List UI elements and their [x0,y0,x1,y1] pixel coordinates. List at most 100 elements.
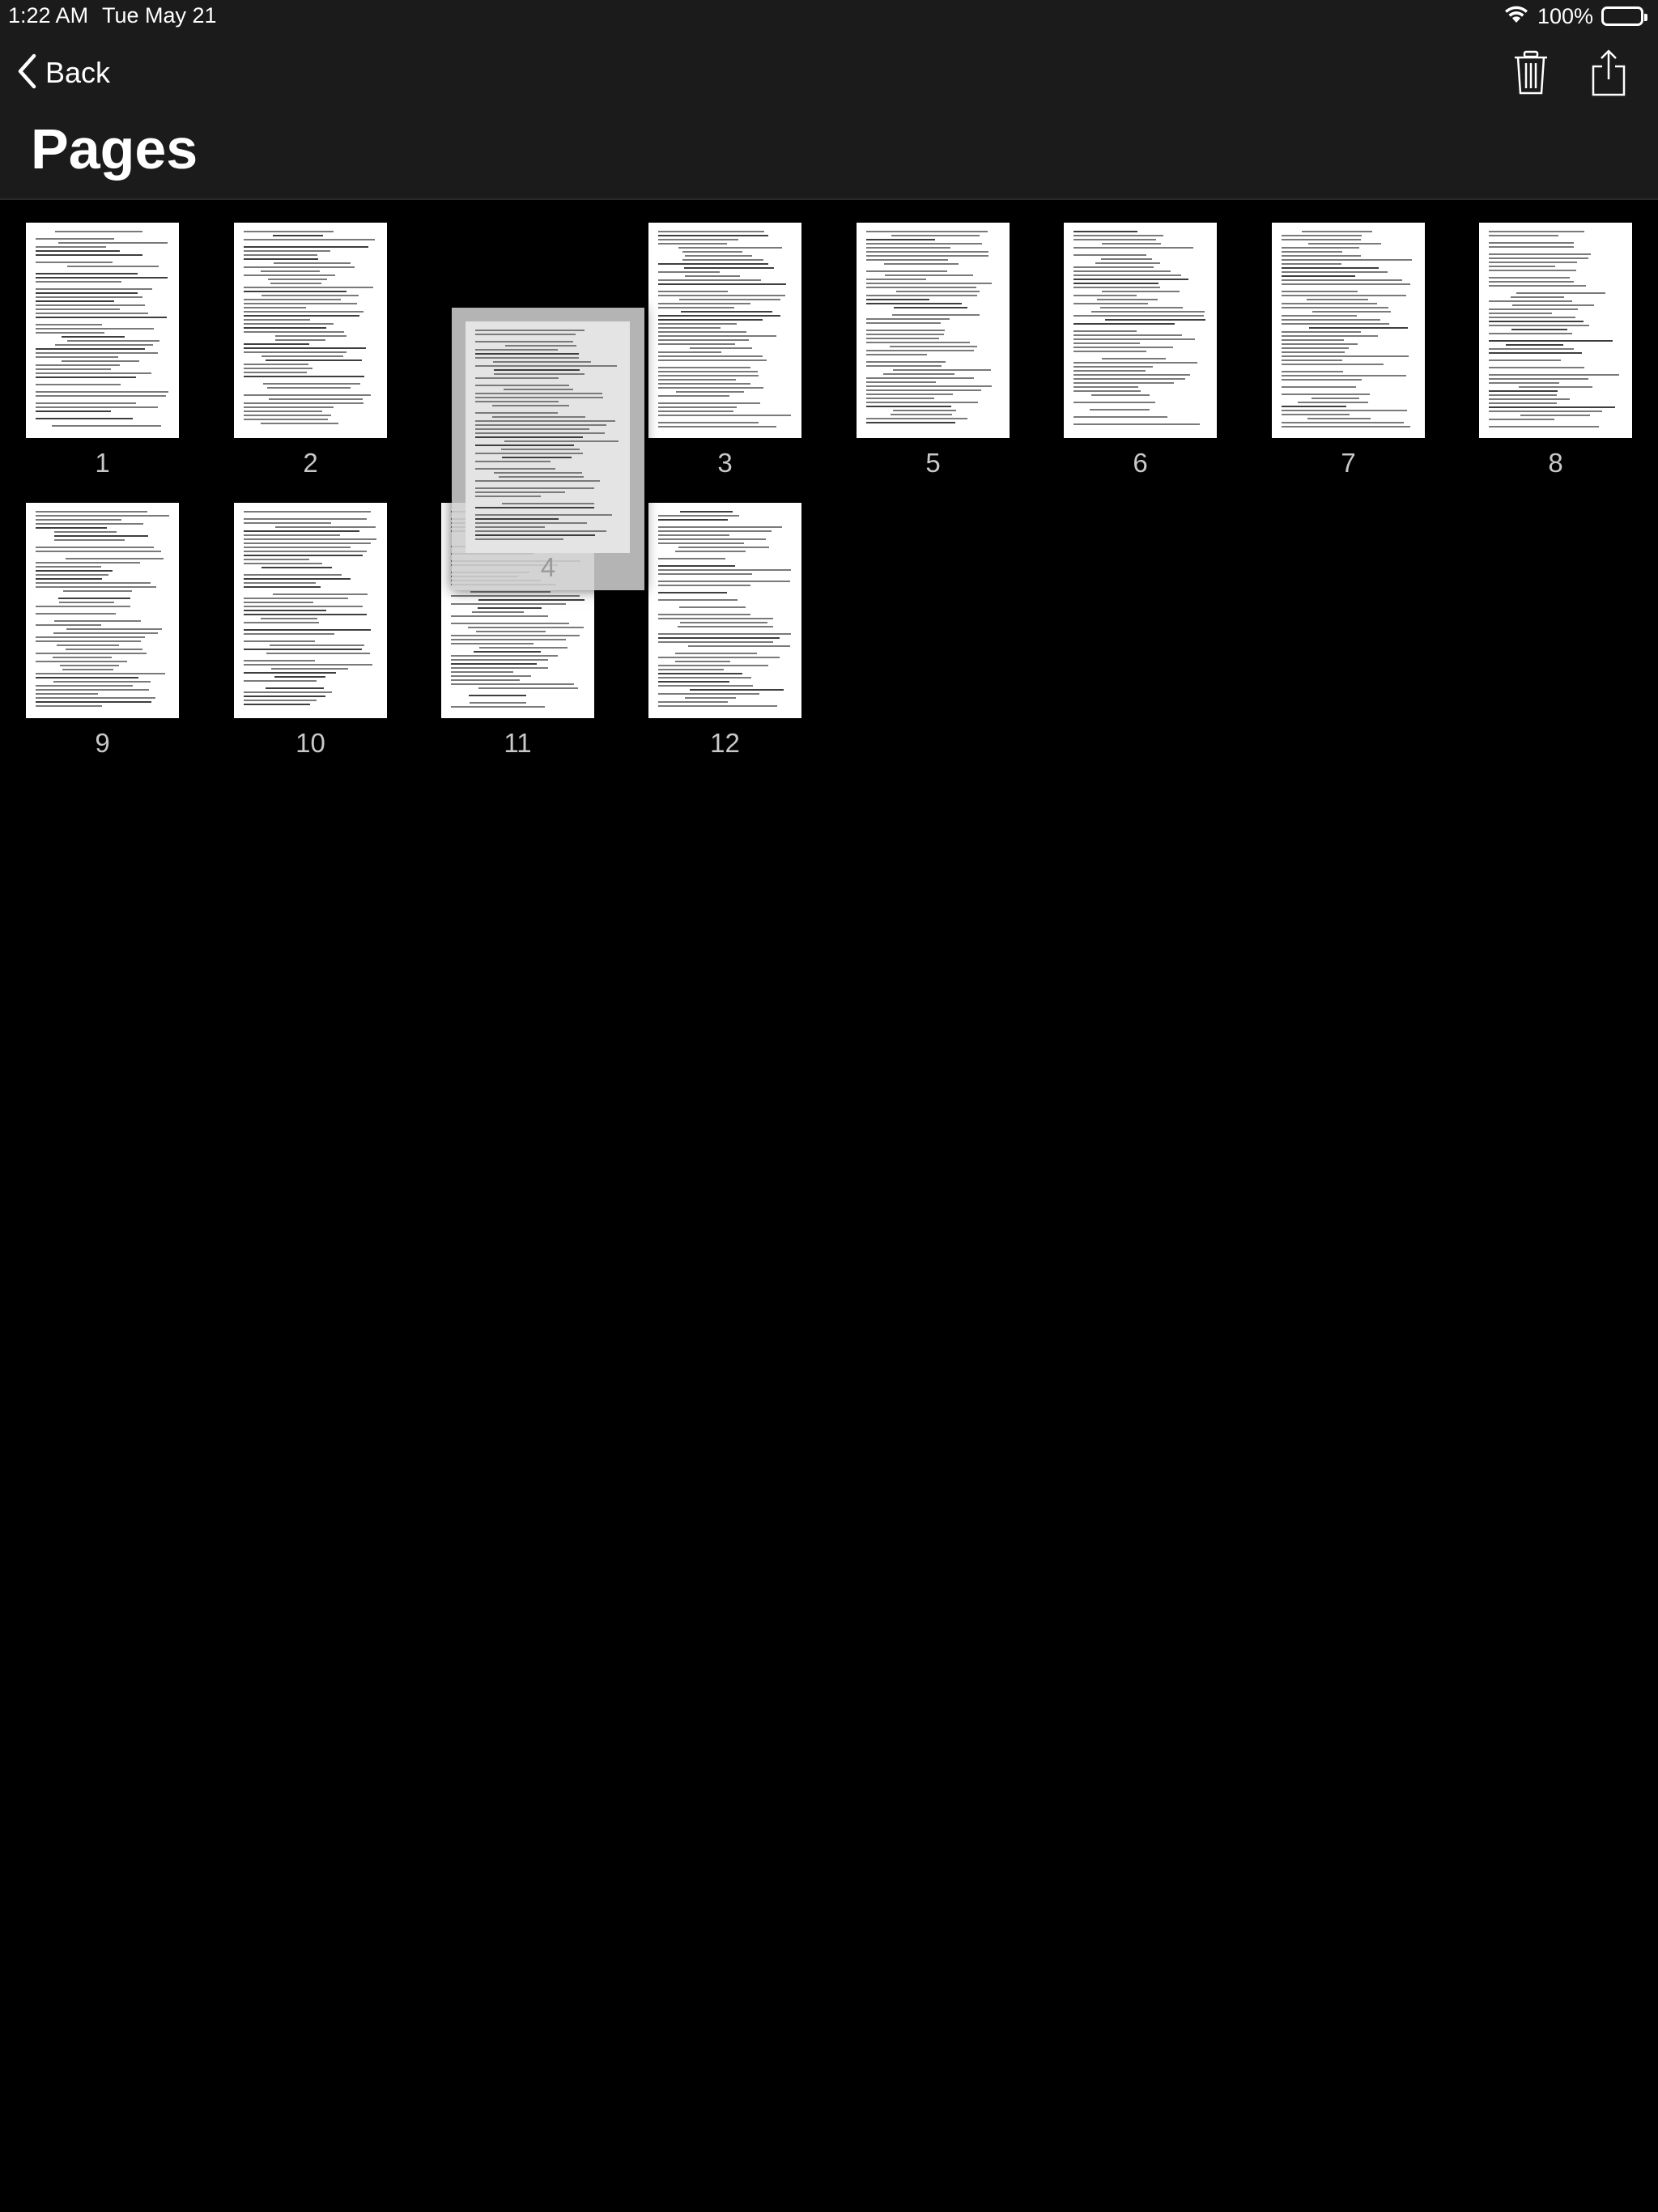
text-line [244,368,312,369]
text-line [1073,295,1137,296]
text-line [658,339,749,341]
text-line [658,279,762,281]
text-line [658,323,738,325]
text-line [1282,410,1408,411]
page-thumbnail[interactable]: 2 [234,223,387,478]
text-line [469,702,527,704]
text-line [475,522,588,524]
text-line [54,539,125,541]
text-line [478,599,585,601]
text-line [866,251,988,253]
text-line [1282,347,1350,349]
text-line [36,705,102,707]
text-line [658,327,721,329]
text-line [1511,296,1565,298]
page-thumbnail[interactable]: 1 [26,223,179,478]
text-line [1282,319,1381,321]
page-thumbnail[interactable]: 9 [26,503,179,758]
text-line [1489,352,1583,354]
text-line [1101,291,1180,292]
text-line [36,515,169,517]
text-line [36,613,116,615]
text-line [66,558,164,559]
text-line [475,461,551,462]
text-line [1073,254,1147,256]
page-thumbnail[interactable]: 8 [1479,223,1632,478]
text-line [63,590,133,592]
text-line [273,235,324,236]
text-line [658,343,735,345]
text-line [66,628,162,630]
text-line [866,354,927,355]
page-thumbnail[interactable]: 5 [857,223,1010,478]
text-line [451,639,567,640]
text-line [1282,364,1384,365]
text-line [658,351,722,353]
text-line [1073,416,1168,418]
text-line [866,247,951,249]
text-line [1282,283,1411,285]
text-line [658,239,739,240]
text-line [1511,329,1567,330]
text-line [451,667,549,669]
text-line [658,295,786,296]
text-line [682,251,743,253]
text-line [658,331,746,333]
text-line [451,615,549,617]
text-line [1073,239,1157,240]
text-line [658,665,769,666]
page-number: 5 [925,448,941,478]
text-line [36,586,157,588]
text-line [36,511,147,513]
text-line [1073,283,1158,284]
text-line [890,346,978,347]
dragging-page-thumbnail[interactable]: 4 [452,308,644,590]
text-line [57,644,120,646]
text-line [451,635,580,636]
text-line [475,487,595,489]
text-line [1073,366,1154,368]
text-line [244,610,327,611]
text-line [273,593,368,595]
text-line [658,705,778,707]
text-line [244,614,368,615]
text-line [57,598,130,599]
page-number: 11 [504,728,532,758]
page-thumbnail[interactable]: 10 [234,503,387,758]
page-thumbnail[interactable]: 7 [1272,223,1425,478]
text-line [1489,394,1558,396]
text-line [679,511,733,513]
text-line [1101,358,1167,359]
text-line [866,283,993,284]
text-line [478,647,568,649]
text-line [1512,304,1595,306]
text-line [244,307,306,308]
text-line [36,697,155,699]
text-line [505,345,576,347]
text-line [244,315,359,317]
text-line [36,372,151,374]
page-preview [648,223,801,438]
text-line [891,235,980,236]
text-line [475,445,574,446]
text-line [1489,367,1584,368]
text-line [36,364,120,366]
text-line [658,573,752,575]
text-line [475,365,618,367]
text-line [451,671,513,673]
text-line [244,691,333,693]
text-line [866,361,946,363]
page-number: 7 [1341,448,1356,478]
page-thumbnail[interactable]: 6 [1064,223,1217,478]
text-line [1489,325,1589,326]
page-thumbnail[interactable]: 12 [648,503,801,758]
text-line [679,622,767,623]
text-line [244,511,372,513]
text-line [1282,295,1407,296]
text-line [36,395,166,397]
text-line [658,614,751,615]
text-line [1073,315,1205,317]
text-line [658,673,743,674]
page-thumbnail[interactable]: 3 [648,223,801,478]
page-preview [26,223,179,438]
